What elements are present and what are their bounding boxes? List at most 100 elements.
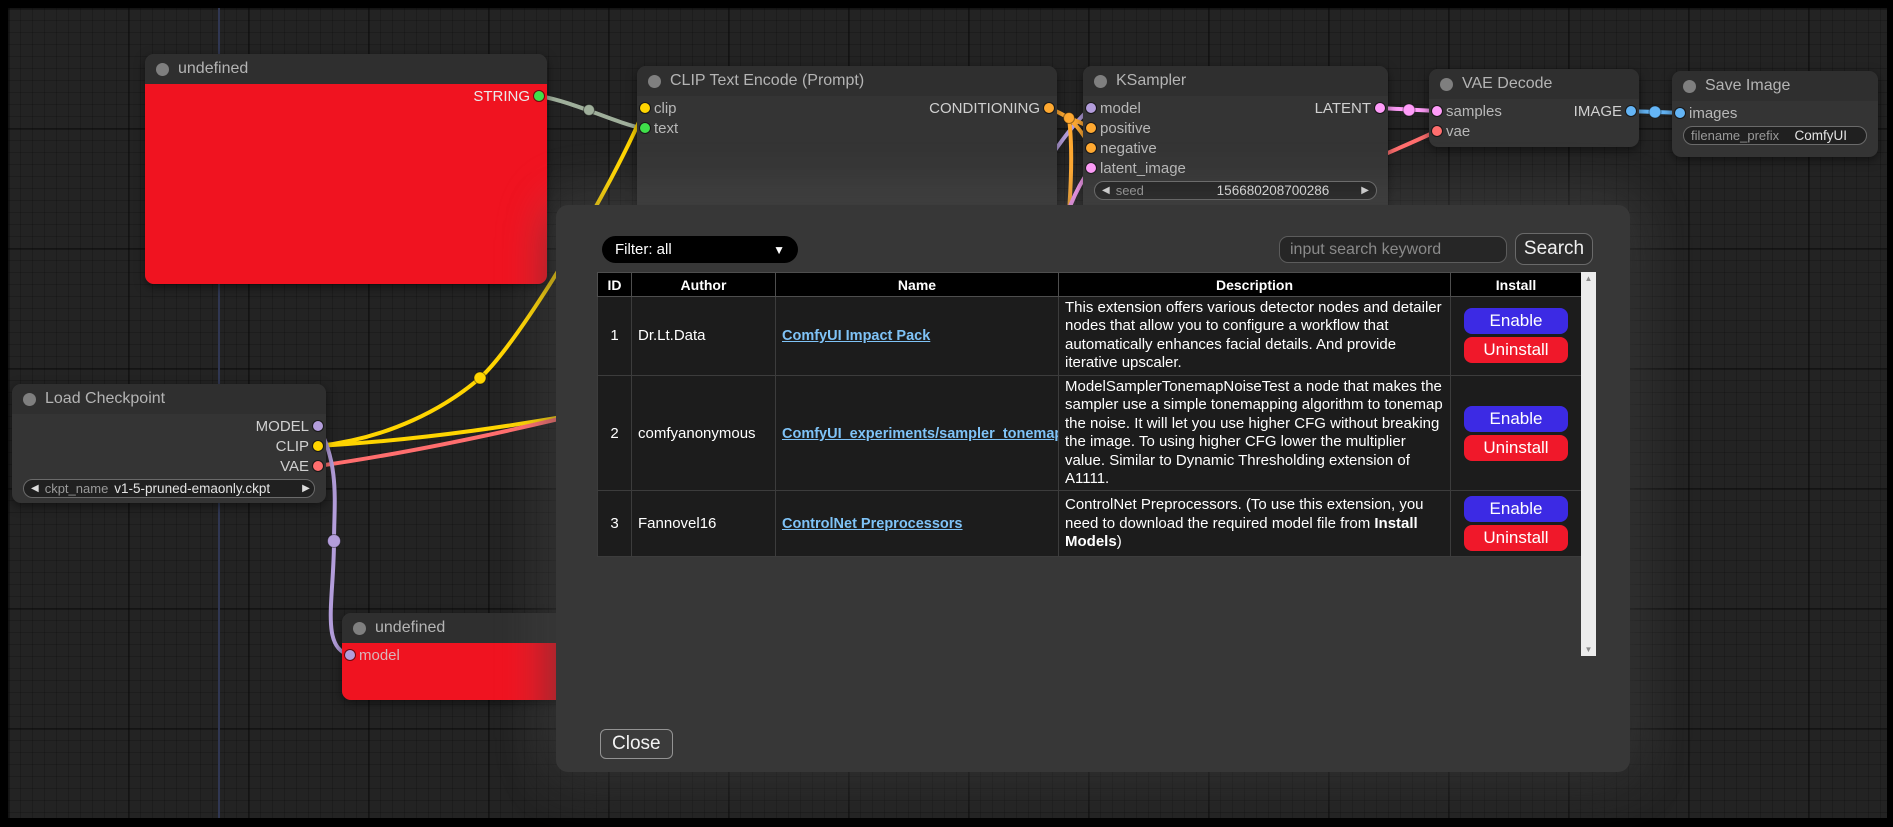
increment-arrow-icon[interactable]: ▶	[302, 484, 310, 494]
input-pin-latent-image[interactable]	[1086, 163, 1096, 173]
input-label-latent-image: latent_image	[1100, 160, 1186, 177]
search-input[interactable]	[1279, 236, 1507, 263]
widget-value: ComfyUI	[1794, 128, 1847, 143]
collapse-dot-icon[interactable]	[1440, 78, 1453, 91]
input-label-clip: clip	[654, 100, 677, 117]
comfyui-canvas: undefined STRING CLIP Text Encode (Promp…	[0, 0, 1893, 827]
enable-button[interactable]: Enable	[1464, 406, 1568, 432]
node-body: model	[342, 643, 572, 700]
filter-select[interactable]: Filter: all ▼	[602, 236, 798, 263]
node-title: Load Checkpoint	[12, 384, 326, 414]
close-button[interactable]: Close	[600, 729, 673, 759]
input-label-positive: positive	[1100, 120, 1151, 137]
uninstall-button[interactable]: Uninstall	[1464, 435, 1568, 461]
collapse-dot-icon[interactable]	[648, 75, 661, 88]
node-body: images filename_prefix ComfyUI	[1672, 101, 1878, 157]
table-header-row: ID Author Name Description Install	[598, 273, 1582, 297]
widget-name: ckpt_name	[45, 481, 109, 496]
collapse-dot-icon[interactable]	[1094, 75, 1107, 88]
input-label-model: model	[359, 647, 400, 664]
input-pin-negative[interactable]	[1086, 143, 1096, 153]
input-label-images: images	[1689, 105, 1737, 122]
node-title: VAE Decode	[1429, 69, 1639, 99]
decrement-arrow-icon[interactable]: ◀	[1102, 186, 1110, 196]
collapse-dot-icon[interactable]	[1683, 80, 1696, 93]
widget-value: 156680208700286	[1217, 183, 1330, 198]
ckpt-name-widget[interactable]: ◀ ckpt_name v1-5-pruned-emaonly.ckpt ▶	[23, 479, 315, 498]
output-pin-vae[interactable]	[313, 461, 323, 471]
table-row: 2 comfyanonymous ComfyUI_experiments/sam…	[598, 375, 1582, 491]
input-pin-text[interactable]	[640, 123, 650, 133]
node-title-text: Save Image	[1705, 77, 1790, 95]
uninstall-button[interactable]: Uninstall	[1464, 337, 1568, 363]
extension-id: 3	[598, 491, 632, 557]
extension-name-link[interactable]: ControlNet Preprocessors	[782, 516, 963, 532]
node-vae-decode[interactable]: VAE Decode IMAGE samples vae	[1429, 69, 1639, 147]
table-scrollbar[interactable]: ▲ ▼	[1581, 272, 1596, 656]
extension-name-link[interactable]: ComfyUI Impact Pack	[782, 328, 930, 344]
seed-widget[interactable]: ◀ seed 156680208700286 ▶	[1094, 181, 1377, 200]
input-label-samples: samples	[1446, 103, 1502, 120]
enable-button[interactable]: Enable	[1464, 308, 1568, 334]
node-save-image[interactable]: Save Image images filename_prefix ComfyU…	[1672, 71, 1878, 157]
header-install: Install	[1451, 273, 1582, 297]
uninstall-button[interactable]: Uninstall	[1464, 525, 1568, 551]
input-pin-images[interactable]	[1675, 108, 1685, 118]
extension-install-cell: Enable Uninstall	[1451, 375, 1582, 491]
search-button[interactable]: Search	[1515, 233, 1593, 265]
table-row: 1 Dr.Lt.Data ComfyUI Impact Pack This ex…	[598, 297, 1582, 376]
increment-arrow-icon[interactable]: ▶	[1361, 186, 1369, 196]
node-undefined-top[interactable]: undefined STRING	[145, 54, 547, 284]
extensions-table-body: 1 Dr.Lt.Data ComfyUI Impact Pack This ex…	[598, 297, 1582, 557]
extension-name-link[interactable]: ComfyUI_experiments/sampler_tonemap	[782, 426, 1059, 442]
input-pin-vae[interactable]	[1432, 126, 1442, 136]
node-title-text: KSampler	[1116, 72, 1186, 90]
input-pin-clip[interactable]	[640, 103, 650, 113]
node-title: undefined	[342, 613, 572, 643]
widget-name: seed	[1116, 183, 1144, 198]
extensions-table: ID Author Name Description Install 1 Dr.…	[597, 272, 1582, 557]
extension-install-cell: Enable Uninstall	[1451, 297, 1582, 376]
node-title-text: VAE Decode	[1462, 75, 1552, 93]
input-pin-positive[interactable]	[1086, 123, 1096, 133]
node-title: KSampler	[1083, 66, 1388, 96]
output-pin-clip[interactable]	[313, 441, 323, 451]
enable-button[interactable]: Enable	[1464, 496, 1568, 522]
table-row: 3 Fannovel16 ControlNet Preprocessors Co…	[598, 491, 1582, 557]
filter-select-value: Filter: all	[615, 241, 672, 258]
node-body: STRING	[145, 84, 547, 284]
extension-install-cell: Enable Uninstall	[1451, 491, 1582, 557]
output-pin-model[interactable]	[313, 421, 323, 431]
extension-description: ControlNet Preprocessors. (To use this e…	[1059, 491, 1451, 557]
filename-prefix-widget[interactable]: filename_prefix ComfyUI	[1683, 126, 1867, 145]
output-label-clip: CLIP	[276, 438, 309, 455]
extension-description: This extension offers various detector n…	[1059, 297, 1451, 376]
collapse-dot-icon[interactable]	[23, 393, 36, 406]
input-pin-samples[interactable]	[1432, 106, 1442, 116]
extension-id: 1	[598, 297, 632, 376]
node-body: MODEL CLIP VAE ◀ ckpt_name v1-5-pruned-e…	[12, 414, 326, 503]
collapse-dot-icon[interactable]	[353, 622, 366, 635]
input-label-model: model	[1100, 100, 1141, 117]
header-id: ID	[598, 273, 632, 297]
scroll-up-icon[interactable]: ▲	[1585, 274, 1593, 283]
collapse-dot-icon[interactable]	[156, 63, 169, 76]
output-pin-string[interactable]	[534, 91, 544, 101]
node-load-checkpoint[interactable]: Load Checkpoint MODEL CLIP VAE ◀ ckpt_na…	[12, 384, 326, 503]
decrement-arrow-icon[interactable]: ◀	[31, 484, 39, 494]
extensions-table-container: ID Author Name Description Install 1 Dr.…	[597, 272, 1597, 557]
node-title-text: undefined	[178, 60, 248, 78]
node-title-text: undefined	[375, 619, 445, 637]
header-name: Name	[776, 273, 1059, 297]
node-title-text: Load Checkpoint	[45, 390, 165, 408]
input-label-negative: negative	[1100, 140, 1157, 157]
extension-author: Dr.Lt.Data	[632, 297, 776, 376]
extension-author: comfyanonymous	[632, 375, 776, 491]
header-author: Author	[632, 273, 776, 297]
extension-id: 2	[598, 375, 632, 491]
input-pin-model[interactable]	[1086, 103, 1096, 113]
input-pin-model[interactable]	[345, 650, 355, 660]
node-undefined-bottom[interactable]: undefined model	[342, 613, 572, 700]
node-title: undefined	[145, 54, 547, 84]
scroll-down-icon[interactable]: ▼	[1585, 645, 1593, 654]
